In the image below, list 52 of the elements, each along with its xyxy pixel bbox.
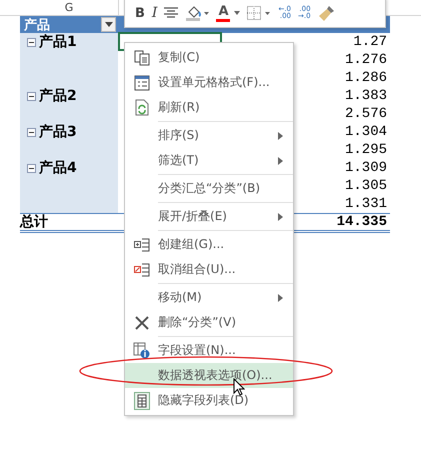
format-cells-icon	[134, 74, 150, 90]
menu-item[interactable]: 刷新(R)	[125, 95, 293, 120]
value-cell-text: 1.27	[352, 33, 388, 51]
format-painter-icon[interactable]	[318, 4, 336, 22]
refresh-icon	[134, 99, 150, 116]
italic-button[interactable]: I	[152, 5, 158, 21]
total-label: 总计	[20, 213, 48, 231]
submenu-arrow-icon	[278, 157, 283, 165]
menu-item[interactable]: 复制(C)	[125, 45, 293, 70]
collapse-icon[interactable]	[27, 92, 36, 100]
collapse-icon[interactable]	[27, 38, 36, 46]
value-cell-text: 1.276	[344, 51, 388, 69]
menu-item[interactable]: 删除“分类”(V)	[125, 310, 293, 335]
dropdown-arrow-icon	[234, 10, 240, 14]
fill-color-icon[interactable]	[185, 5, 210, 21]
filter-dropdown[interactable]	[101, 17, 116, 32]
center-align-icon[interactable]	[164, 7, 178, 19]
menu-item[interactable]: 数据透视表选项(O)...	[125, 363, 293, 388]
value-cell-text: 2.576	[344, 105, 388, 123]
dropdown-arrow-icon	[104, 22, 112, 27]
font-color-button[interactable]: A	[216, 4, 240, 22]
value-cell-text: 1.304	[344, 123, 388, 141]
value-cell-text: 1.331	[344, 195, 388, 213]
total-value: 14.335	[336, 214, 388, 230]
column-header: G	[20, 0, 119, 15]
value-cell-text: 1.309	[344, 159, 388, 177]
menu-item[interactable]: 设置单元格格式(F)...	[125, 70, 293, 95]
product-label: 产品4	[39, 159, 77, 177]
value-cell-text: 1.305	[344, 177, 388, 195]
submenu-arrow-icon	[278, 213, 283, 221]
group-icon	[134, 238, 150, 252]
border-icon[interactable]	[247, 6, 272, 20]
submenu-arrow-icon	[278, 294, 283, 302]
collapse-icon[interactable]	[27, 164, 36, 172]
value-cell-text: 1.383	[344, 87, 388, 105]
menu-item[interactable]: 隐藏字段列表(D)	[125, 388, 293, 413]
collapse-icon[interactable]	[27, 128, 36, 136]
value-cell-text: 1.295	[344, 141, 388, 159]
value-cell-text: 1.286	[344, 69, 388, 87]
menu-item[interactable]: 取消组合(U)...	[125, 257, 293, 282]
product-label: 产品3	[39, 123, 77, 141]
copy-icon	[134, 50, 150, 66]
product-label: 产品1	[39, 33, 77, 51]
row-label-header: 产品	[23, 16, 50, 34]
submenu-arrow-icon	[278, 132, 283, 140]
close-icon	[134, 316, 148, 330]
field-list-icon	[134, 392, 150, 410]
ungroup-icon	[134, 262, 150, 276]
field-settings-icon	[133, 342, 150, 359]
menu-item[interactable]: 筛选(T)	[125, 148, 293, 173]
bold-button[interactable]: B	[135, 6, 145, 20]
product-label: 产品2	[39, 87, 77, 105]
